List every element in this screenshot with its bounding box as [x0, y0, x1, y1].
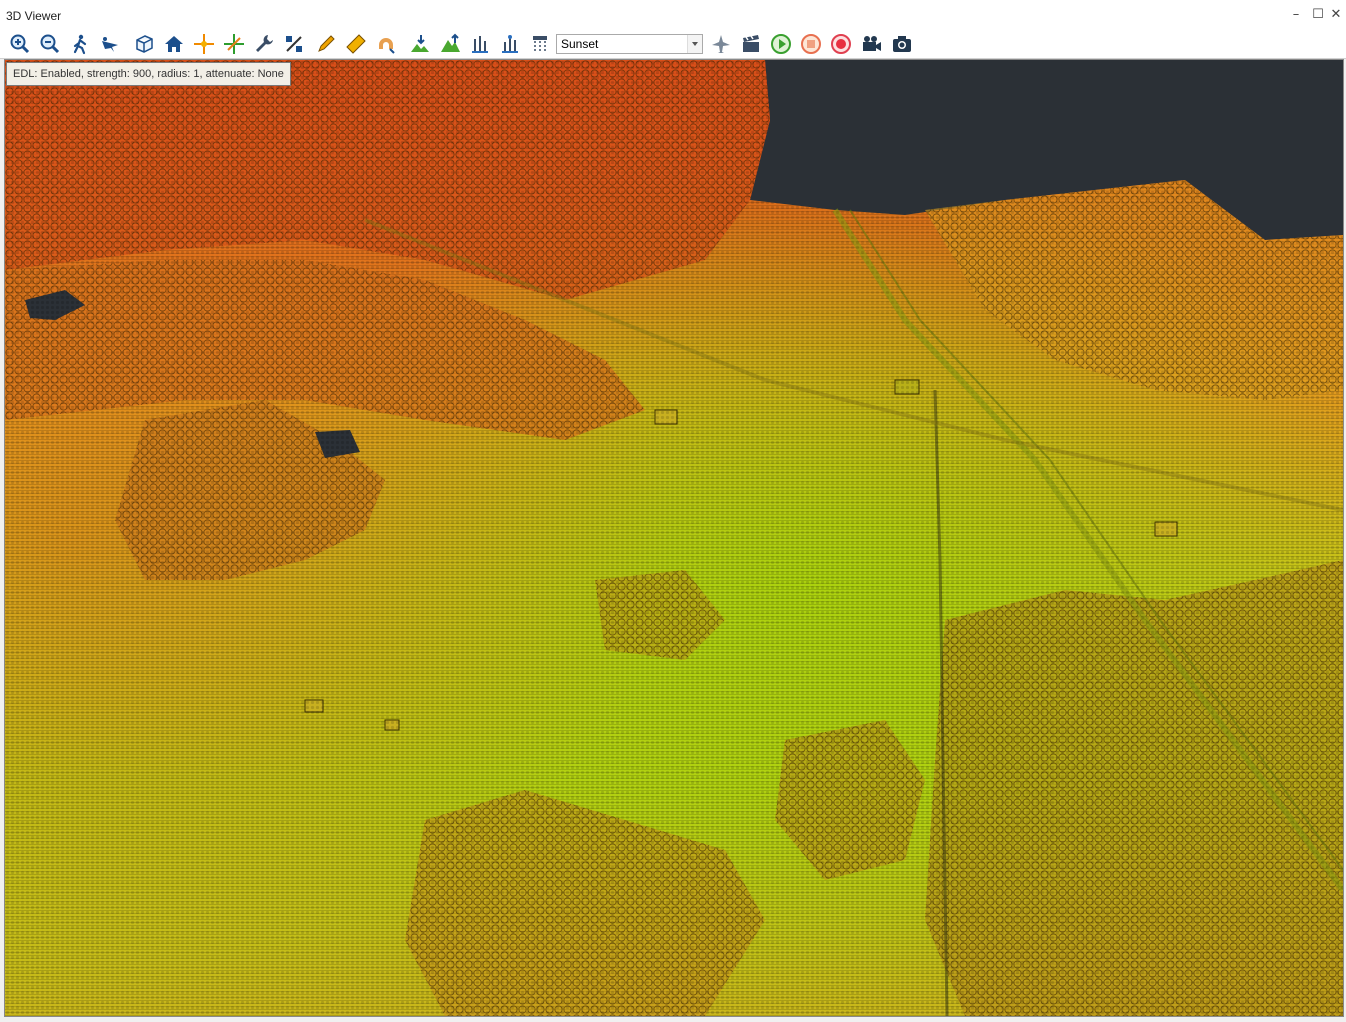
colormap-select[interactable]: Sunset [556, 34, 703, 54]
pencil-icon[interactable] [313, 32, 339, 56]
record-icon[interactable] [828, 32, 854, 56]
chevron-down-icon[interactable] [687, 35, 702, 53]
crosshair-orange-icon[interactable] [191, 32, 217, 56]
home-icon[interactable] [161, 32, 187, 56]
title-bar: 3D Viewer – ☐ ✕ [0, 0, 1346, 30]
ruler-icon[interactable] [343, 32, 369, 56]
3d-viewport[interactable] [4, 59, 1344, 1017]
maximize-button[interactable]: ☐ [1308, 6, 1328, 24]
viewer-toolbar: Sunset [0, 30, 1346, 59]
video-camera-icon[interactable] [858, 32, 884, 56]
point-cloud-scene[interactable] [5, 60, 1343, 1016]
cube-icon[interactable] [131, 32, 157, 56]
terrain-icon[interactable] [407, 32, 433, 56]
fly-icon[interactable] [97, 32, 123, 56]
water-level-2-icon[interactable] [497, 32, 523, 56]
magnet-icon[interactable] [373, 32, 399, 56]
walk-icon[interactable] [67, 32, 93, 56]
stop-icon[interactable] [798, 32, 824, 56]
window-title: 3D Viewer [6, 9, 62, 23]
airplane-icon[interactable] [708, 32, 734, 56]
mountain-icon[interactable] [437, 32, 463, 56]
clapper-icon[interactable] [738, 32, 764, 56]
close-button[interactable]: ✕ [1326, 6, 1346, 24]
play-icon[interactable] [768, 32, 794, 56]
percent-icon[interactable] [281, 32, 307, 56]
water-level-icon[interactable] [467, 32, 493, 56]
crosshair-green-icon[interactable] [221, 32, 247, 56]
zoom-out-icon[interactable] [37, 32, 63, 56]
colormap-value: Sunset [561, 37, 599, 51]
zoom-in-icon[interactable] [7, 32, 33, 56]
camera-icon[interactable] [889, 32, 915, 56]
edl-status-overlay: EDL: Enabled, strength: 900, radius: 1, … [6, 62, 291, 86]
wrench-icon[interactable] [251, 32, 277, 56]
lidar-icon[interactable] [527, 32, 553, 56]
minimize-button[interactable]: – [1286, 6, 1306, 24]
